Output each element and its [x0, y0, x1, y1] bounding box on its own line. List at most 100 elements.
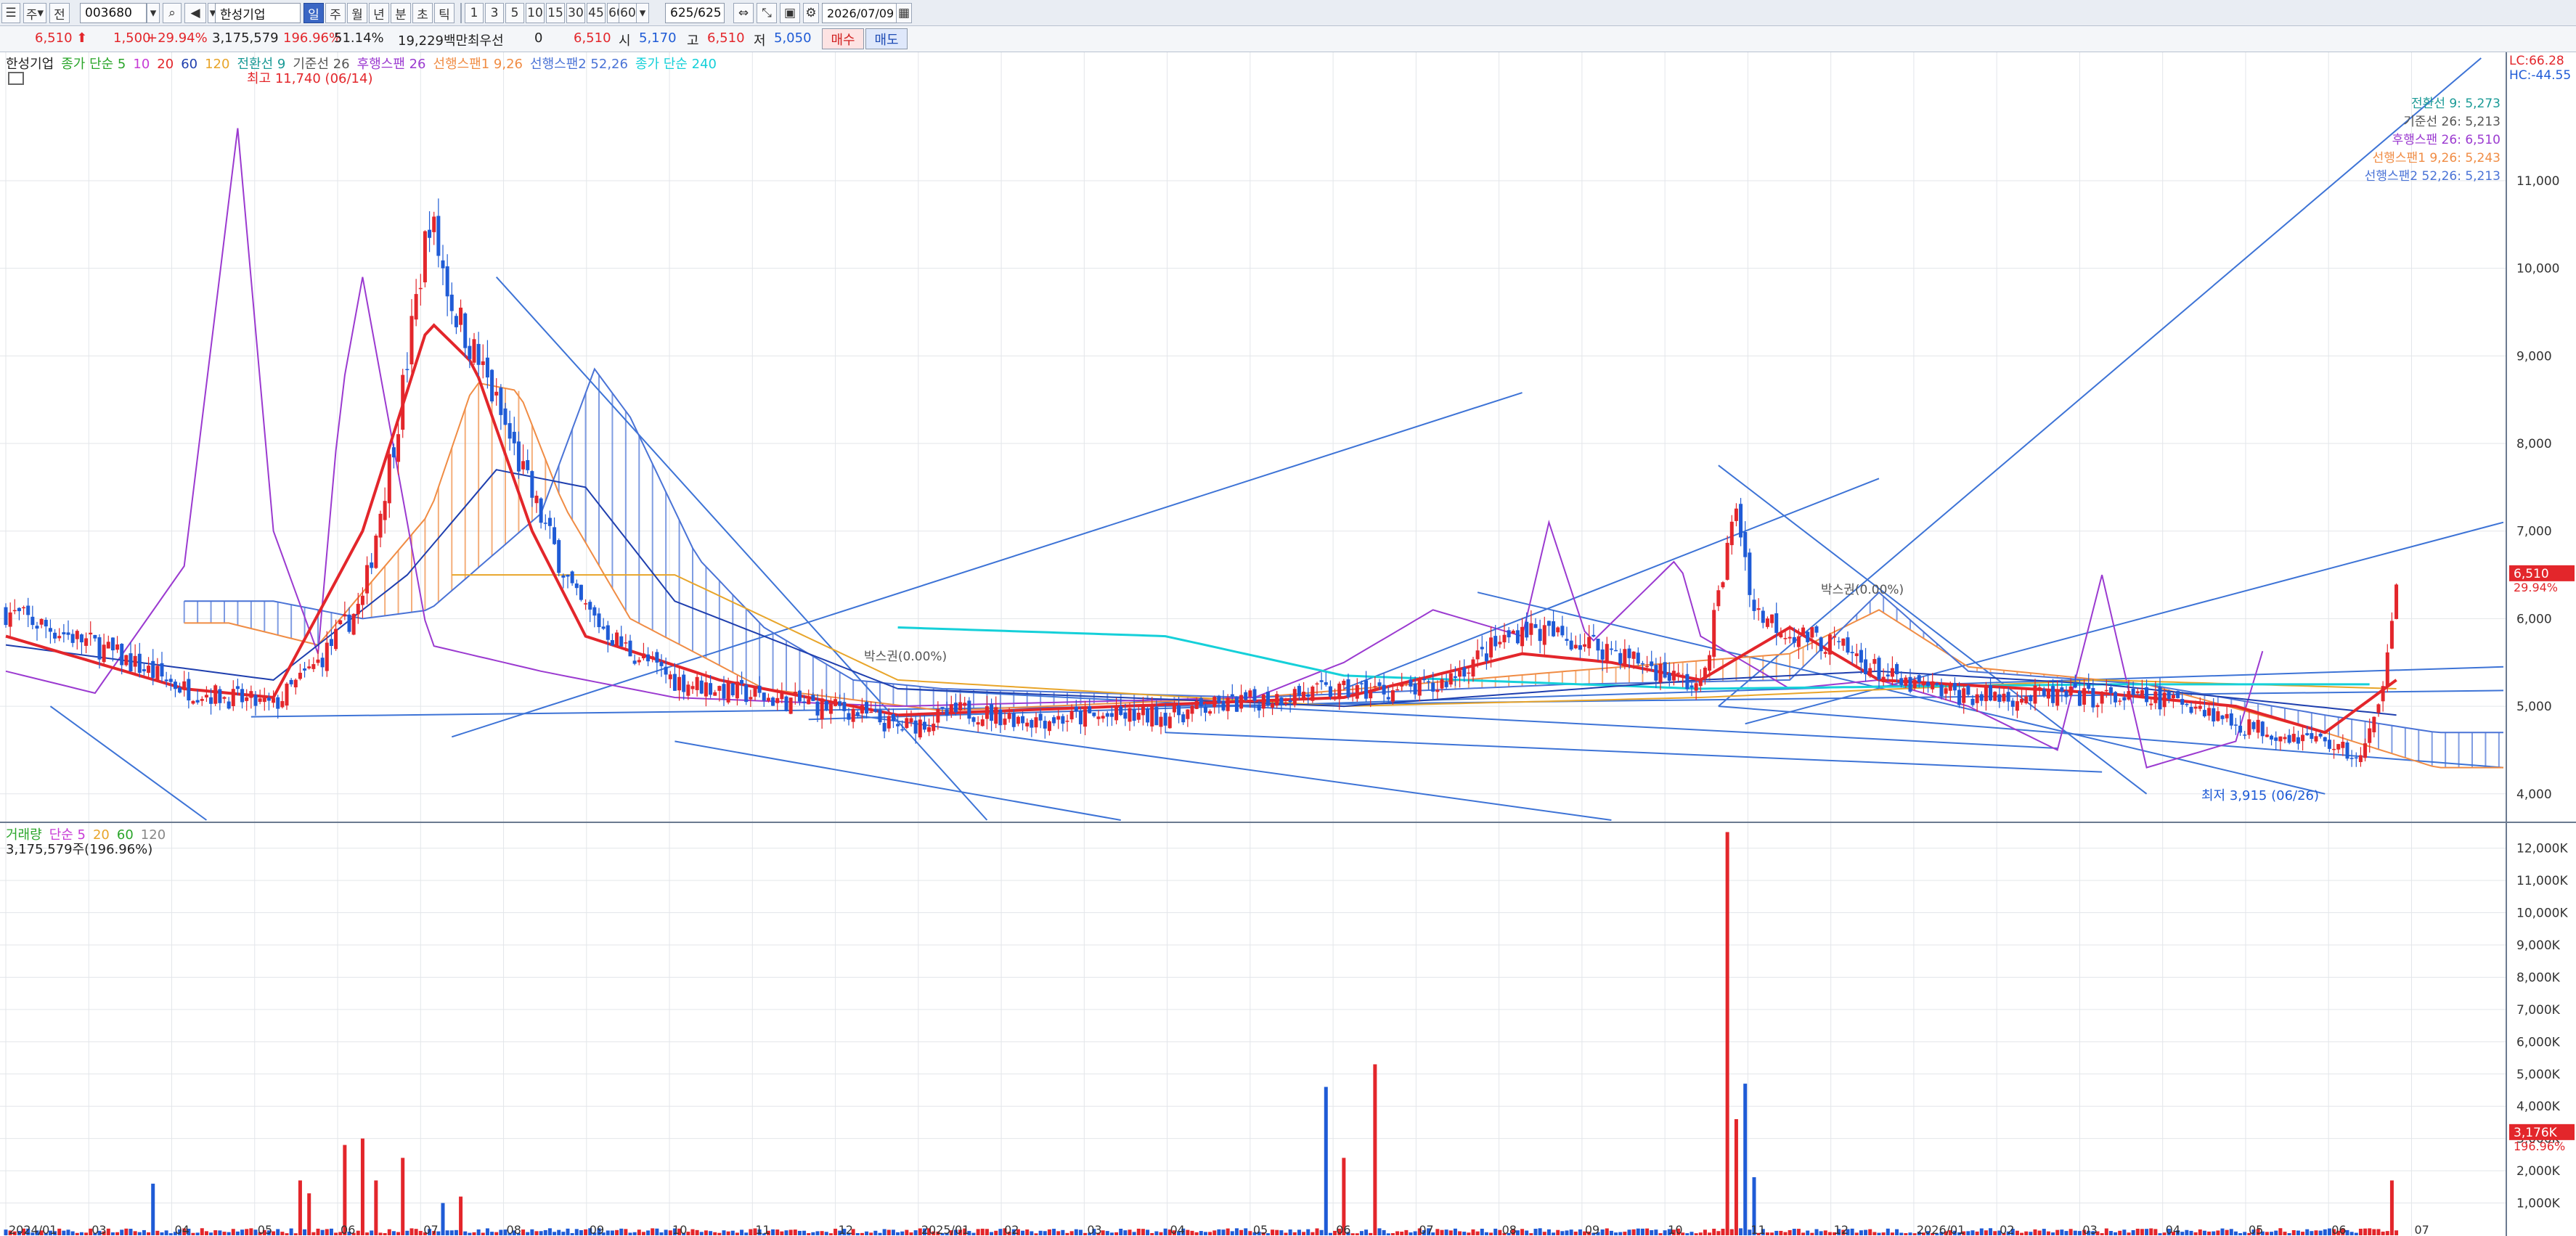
- x-tick-label: 06: [1336, 1223, 1350, 1236]
- buy-button[interactable]: 매수: [822, 28, 864, 49]
- volume-bar: [561, 1232, 566, 1235]
- interval-select[interactable]: 60: [619, 3, 637, 23]
- view-select[interactable]: 전: [49, 3, 70, 23]
- stock-code-input[interactable]: 003680: [80, 3, 147, 23]
- candle-body: [320, 658, 325, 668]
- volume-bar: [329, 1228, 333, 1235]
- candle-body: [1935, 683, 1939, 685]
- volume-bar: [1908, 1232, 1912, 1235]
- timeframe-tab[interactable]: 년: [369, 3, 389, 23]
- candle-body: [2029, 695, 2033, 702]
- candle-body: [1417, 679, 1422, 696]
- zoom-icon[interactable]: ⤡: [757, 3, 777, 23]
- date-field[interactable]: 2026/07/09: [822, 3, 897, 23]
- gear-icon[interactable]: ⚙: [803, 3, 819, 23]
- interval-button[interactable]: 45: [587, 3, 606, 23]
- candle-body: [811, 695, 815, 701]
- volume-bar: [1350, 1233, 1355, 1235]
- chevron-down-icon[interactable]: ▾: [147, 3, 160, 23]
- volume-bar: [325, 1229, 329, 1235]
- candle-body: [958, 702, 963, 711]
- menu-icon[interactable]: ☰: [1, 3, 20, 23]
- volume-bar: [1382, 1229, 1386, 1235]
- x-tick-label: 06: [341, 1223, 355, 1236]
- candle-body: [187, 679, 191, 701]
- candle-body: [717, 686, 722, 691]
- candle-body: [2046, 688, 2050, 699]
- timeframe-tab[interactable]: 월: [347, 3, 367, 23]
- volume-bar: [2212, 1231, 2216, 1235]
- calendar-icon[interactable]: ▦: [896, 3, 912, 23]
- candle-body: [1484, 653, 1488, 661]
- candle-body: [106, 642, 110, 649]
- volume-tick-label: 8,000K: [2516, 970, 2561, 985]
- volume-bar: [539, 1231, 543, 1235]
- volume-bar: [209, 1232, 213, 1235]
- x-tick-label: 06: [2331, 1223, 2346, 1236]
- timeframe-tab[interactable]: 분: [391, 3, 411, 23]
- volume-bar: [1796, 1229, 1801, 1235]
- timeframe-tab[interactable]: 주: [325, 3, 346, 23]
- candle-body: [1194, 700, 1199, 709]
- volume-bar: [2310, 1231, 2314, 1235]
- speaker-icon[interactable]: ◀: [184, 3, 206, 23]
- interval-button[interactable]: 1: [465, 3, 484, 23]
- volume-bar: [1569, 1229, 1573, 1235]
- save-icon[interactable]: ▣: [780, 3, 800, 23]
- timeframe-tab[interactable]: 초: [412, 3, 433, 23]
- volume-bar: [463, 1231, 468, 1235]
- ichimoku-value: 기준선 26: 5,213: [2403, 115, 2500, 129]
- volume-bar: [1369, 1232, 1373, 1235]
- volume-bar: [472, 1232, 476, 1235]
- volume-bar: [405, 1230, 409, 1235]
- chevron-down-icon[interactable]: ▾: [636, 3, 649, 23]
- volume-bar: [2354, 1232, 2358, 1235]
- candle-body: [2229, 713, 2233, 726]
- volume-bar: [1685, 1233, 1690, 1235]
- volume-bar: [253, 1229, 258, 1235]
- volume-bar: [2024, 1231, 2029, 1235]
- candle-body: [1716, 590, 1721, 607]
- candle-body: [1435, 689, 1440, 692]
- period-select[interactable]: 주 ▾: [23, 3, 46, 23]
- candle-body: [2167, 691, 2171, 700]
- volume-bar: [2314, 1230, 2318, 1235]
- count-field[interactable]: 625/625: [665, 3, 725, 23]
- candle-body: [686, 684, 690, 696]
- stock-chart[interactable]: 4,000 5,000 6,000 7,000 8,000 9,000 10,000 11,0…: [0, 52, 2576, 1236]
- volume-bar: [2189, 1230, 2193, 1235]
- x-tick-label: 2026/01: [1917, 1223, 1965, 1236]
- interval-button[interactable]: 30: [566, 3, 585, 23]
- volume-bar: [2323, 1229, 2327, 1235]
- interval-button[interactable]: 10: [526, 3, 545, 23]
- sell-button[interactable]: 매도: [865, 28, 908, 49]
- volume-value: 3,175,579: [212, 30, 279, 46]
- timeframe-tab[interactable]: 틱: [434, 3, 455, 23]
- volume-bar: [1529, 1233, 1533, 1235]
- candle-body: [1837, 641, 1841, 642]
- interval-button[interactable]: 15: [546, 3, 565, 23]
- candle-body: [722, 684, 726, 699]
- candle-body: [637, 660, 641, 663]
- volume-bar: [476, 1229, 481, 1235]
- candle-body: [2060, 687, 2064, 692]
- stock-name-field[interactable]: 한성기업: [215, 3, 301, 23]
- candle-body: [1065, 721, 1069, 722]
- interval-button[interactable]: 5: [505, 3, 524, 23]
- candle-body: [2002, 693, 2006, 702]
- volume-bar: [2327, 1228, 2331, 1235]
- timeframe-tab[interactable]: 일: [303, 3, 324, 23]
- volume-bar: [1395, 1231, 1400, 1235]
- candle-body: [1056, 716, 1061, 720]
- candle-body: [53, 632, 57, 639]
- volume-bar: [1698, 1232, 1703, 1235]
- x-tick-label: 04: [1170, 1223, 1185, 1236]
- volume-bar: [1890, 1232, 1894, 1235]
- search-icon[interactable]: ⌕: [163, 3, 182, 23]
- scroll-icon[interactable]: ⇔: [733, 3, 754, 23]
- candle-body: [766, 697, 770, 701]
- candle-body: [428, 229, 432, 238]
- candle-body: [1409, 679, 1413, 687]
- candle-body: [1685, 674, 1690, 689]
- interval-button[interactable]: 3: [485, 3, 504, 23]
